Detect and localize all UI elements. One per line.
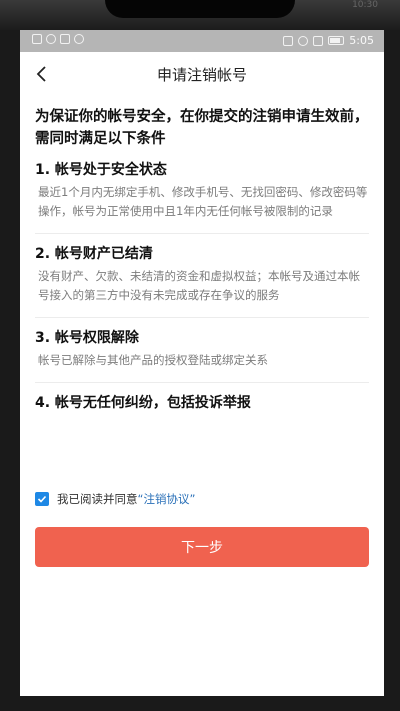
phone-frame: 10:30 5:05 申请注销帐号 为保证你的帐号安全，在你提交的注销申请生效前… [0,0,400,711]
app-screen: 5:05 申请注销帐号 为保证你的帐号安全，在你提交的注销申请生效前，需同时满足… [20,30,384,696]
vibrate-icon [313,35,324,46]
status-time: 5:05 [349,34,374,47]
condition-title: 4. 帐号无任何纠纷，包括投诉举报 [35,395,251,411]
condition-item: 1. 帐号处于安全状态 最近1个月内无绑定手机、修改手机号、无找回密码、修改密码… [35,150,369,234]
next-button[interactable]: 下一步 [35,527,369,567]
signal-icon [32,34,42,44]
phone-bezel: 10:30 [0,0,400,30]
condition-item: 3. 帐号权限解除 帐号已解除与其他产品的授权登陆或绑定关系 [35,318,369,383]
condition-title: 2. 帐号财产已结清 [35,246,153,262]
agreement-link[interactable]: “注销协议” [138,491,196,507]
condition-desc: 最近1个月内无绑定手机、修改手机号、无找回密码、修改密码等操作，帐号为正常使用中… [38,185,368,218]
agreement-checkbox[interactable] [35,492,49,506]
condition-item: 4. 帐号无任何纠纷，包括投诉举报 [35,383,369,425]
bezel-clock: 10:30 [352,0,378,10]
status-bar: 5:05 [20,30,384,52]
condition-item: 2. 帐号财产已结清 没有财产、欠款、未结清的资金和虚拟权益；本帐号及通过本帐号… [35,234,369,318]
conditions-content: 为保证你的帐号安全，在你提交的注销申请生效前，需同时满足以下条件 1. 帐号处于… [20,96,384,425]
condition-title: 3. 帐号权限解除 [35,330,139,346]
alarm-icon [298,35,309,46]
agreement-row: 我已阅读并同意 “注销协议” [35,491,195,507]
agreement-label: 我已阅读并同意 [57,492,138,506]
page-title: 申请注销帐号 [156,66,247,84]
status-right: 5:05 [283,34,374,47]
condition-desc: 没有财产、欠款、未结清的资金和虚拟权益；本帐号及通过本帐号接入的第三方中没有未完… [38,269,360,302]
condition-title: 1. 帐号处于安全状态 [35,162,167,178]
message-icon [74,34,84,44]
notification-icon [60,34,70,44]
nav-bar: 申请注销帐号 [20,52,384,96]
wifi-icon [46,34,56,44]
phone-notch [105,0,295,18]
status-left [32,34,84,44]
intro-text: 为保证你的帐号安全，在你提交的注销申请生效前，需同时满足以下条件 [35,109,369,147]
nfc-icon [283,35,294,46]
checkmark-icon [37,495,47,503]
condition-desc: 帐号已解除与其他产品的授权登陆或绑定关系 [38,353,268,367]
battery-icon [328,36,345,45]
